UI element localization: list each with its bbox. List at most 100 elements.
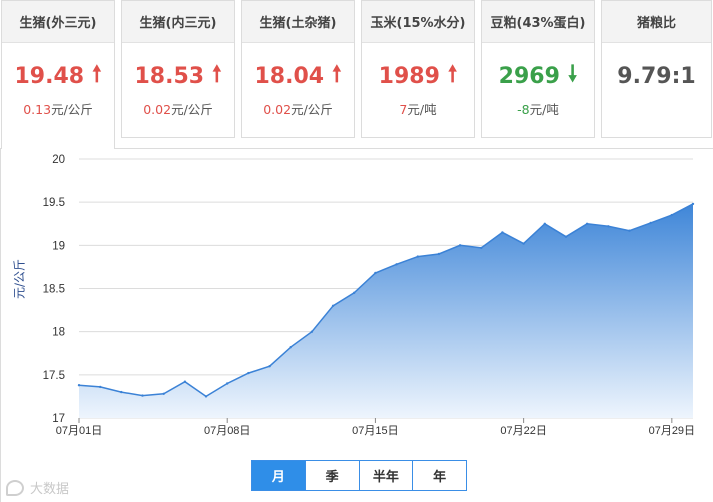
tab-month[interactable]: 月 (252, 461, 305, 490)
tab-year[interactable]: 年 (412, 461, 466, 490)
data-point[interactable] (226, 382, 229, 385)
card-change-unit: 元/公斤 (171, 102, 213, 117)
data-point[interactable] (543, 222, 546, 225)
data-point[interactable] (310, 330, 314, 333)
period-tabs: 月 季 半年 年 (251, 460, 467, 491)
data-point[interactable] (416, 255, 419, 258)
card-value: 9.79:1 (602, 63, 711, 89)
x-axis-ticks: 07月01日 07月08日 07月15日 07月22日 07月29日 (56, 418, 695, 437)
card-change-unit: 元/公斤 (291, 102, 333, 117)
card-value: 19.48 🠕 (2, 62, 114, 89)
tab-quarter[interactable]: 季 (304, 461, 359, 490)
data-point[interactable] (649, 221, 652, 225)
card-value-number: 9.79:1 (617, 63, 696, 89)
y-tick-label: 18 (52, 327, 65, 339)
card-title: 猪粮比 (602, 1, 711, 43)
arrow-up-icon: 🠕 (447, 62, 458, 87)
price-chart-panel: 17 17.5 18 18.5 19 19.5 20 07月01日 07月08日 07月15日 0… (0, 148, 713, 502)
y-tick-label: 19 (52, 240, 65, 252)
price-cards: 生猪(外三元) 19.48 🠕 0.13元/公斤 生猪(内三元) 18.53 🠕… (0, 0, 713, 149)
data-point[interactable] (585, 222, 589, 225)
data-point[interactable] (289, 346, 292, 349)
card-change-unit: 元/吨 (407, 102, 437, 117)
arrow-up-icon: 🠕 (92, 62, 102, 87)
card-value-number: 18.04 (254, 63, 325, 89)
arrow-up-icon: 🠕 (332, 62, 342, 87)
area-fill (79, 203, 693, 418)
data-point[interactable] (141, 394, 144, 397)
card-corn[interactable]: 玉米(15%水分) 1989 🠕 7元/吨 (361, 0, 475, 138)
watermark: 大数据 (6, 478, 69, 497)
card-title: 生猪(内三元) (122, 1, 234, 43)
card-title: 玉米(15%水分) (362, 1, 474, 43)
data-point[interactable] (268, 365, 271, 368)
card-value-number: 18.53 (134, 63, 205, 89)
data-point[interactable] (522, 242, 525, 245)
card-change-number: 0.02 (143, 102, 172, 117)
y-axis-ticks: 17 17.5 18 18.5 19 19.5 20 (43, 154, 65, 425)
data-point[interactable] (501, 231, 504, 234)
card-change-number: 0.02 (263, 102, 292, 117)
x-tick-label: 07月08日 (204, 425, 250, 437)
data-point[interactable] (564, 235, 568, 238)
card-value: 1989 🠕 (362, 62, 474, 89)
data-point[interactable] (247, 371, 250, 375)
data-point[interactable] (437, 252, 441, 256)
data-point[interactable] (353, 291, 356, 294)
arrow-down-icon: 🠗 (567, 62, 578, 87)
card-pig-tuzazhu[interactable]: 生猪(土杂猪) 18.04 🠕 0.02元/公斤 (241, 0, 355, 138)
y-tick-label: 19.5 (43, 197, 65, 209)
x-tick-label: 07月15日 (352, 425, 398, 437)
y-axis-label: 元/公斤 (12, 258, 27, 299)
data-point[interactable] (458, 244, 462, 247)
card-change: 0.02元/公斤 (122, 99, 234, 118)
card-pig-grain-ratio[interactable]: 猪粮比 9.79:1 (601, 0, 712, 138)
watermark-text: 大数据 (30, 482, 70, 497)
data-point[interactable] (99, 385, 102, 389)
card-change-number: 0.13 (23, 102, 52, 117)
card-change: 0.13元/公斤 (2, 99, 114, 118)
card-title: 豆粕(43%蛋白) (482, 1, 594, 43)
card-value-number: 2969 (498, 63, 560, 89)
data-point[interactable] (374, 271, 377, 275)
card-soymeal[interactable]: 豆粕(43%蛋白) 2969 🠗 -8元/吨 (481, 0, 595, 138)
data-point[interactable] (480, 246, 483, 250)
card-value-number: 1989 (378, 63, 440, 89)
data-point[interactable] (691, 202, 695, 206)
data-point[interactable] (120, 390, 123, 394)
tab-half-year[interactable]: 半年 (358, 461, 413, 490)
data-point[interactable] (331, 304, 335, 307)
card-pig-neisanyuan[interactable]: 生猪(内三元) 18.53 🠕 0.02元/公斤 (121, 0, 235, 138)
x-tick-label: 07月22日 (500, 425, 546, 437)
y-tick-label: 17 (52, 413, 65, 425)
y-tick-label: 17.5 (43, 370, 65, 382)
card-change: -8元/吨 (482, 99, 594, 118)
card-value-number: 19.48 (14, 63, 85, 89)
data-point[interactable] (395, 263, 398, 266)
data-point[interactable] (607, 225, 610, 228)
card-value: 18.04 🠕 (242, 62, 354, 89)
data-point[interactable] (77, 384, 81, 387)
card-change-number: -8 (517, 102, 530, 117)
card-change-unit: 元/公斤 (51, 102, 93, 117)
card-title: 生猪(外三元) (2, 1, 114, 43)
data-point[interactable] (670, 213, 673, 217)
card-change-unit: 元/吨 (529, 102, 559, 117)
x-tick-label: 07月01日 (56, 425, 102, 437)
watermark-logo-icon (6, 479, 24, 496)
card-change: 0.02元/公斤 (242, 99, 354, 118)
chart-area (77, 202, 695, 418)
y-tick-label: 20 (52, 154, 65, 166)
data-point[interactable] (628, 229, 631, 232)
card-change: 7元/吨 (362, 99, 474, 118)
data-point[interactable] (183, 380, 187, 383)
price-chart: 17 17.5 18 18.5 19 19.5 20 07月01日 07月08日 07月15日 0… (43, 154, 695, 437)
card-pig-waisanyuan[interactable]: 生猪(外三元) 19.48 🠕 0.13元/公斤 (1, 0, 115, 149)
data-point[interactable] (162, 392, 165, 395)
card-value: 18.53 🠕 (122, 62, 234, 89)
arrow-up-icon: 🠕 (212, 62, 222, 87)
card-value: 2969 🠗 (482, 62, 594, 89)
data-point[interactable] (204, 395, 208, 398)
y-tick-label: 18.5 (43, 284, 65, 296)
card-title: 生猪(土杂猪) (242, 1, 354, 43)
